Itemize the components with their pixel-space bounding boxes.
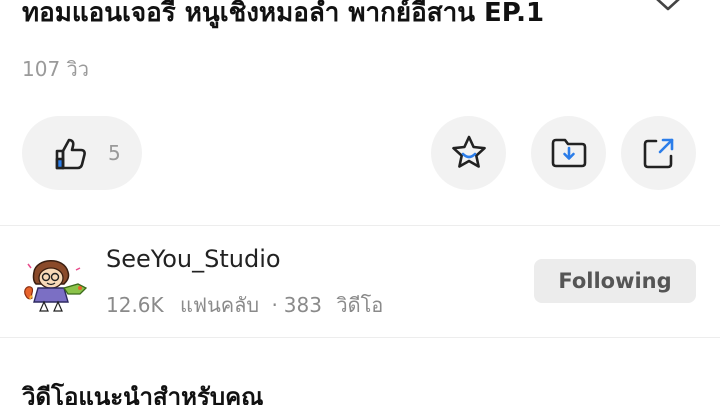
thumbs-up-icon: [55, 138, 86, 170]
chevron-down-icon: [656, 0, 680, 11]
fans-label: แฟนคลับ: [180, 293, 260, 317]
video-title: ทอมแอนเจอรี หนูเชิงหมอลำ พากย์อีสาน EP.1: [22, 0, 545, 28]
like-button[interactable]: 5: [22, 116, 142, 190]
divider: [0, 337, 720, 338]
channel-avatar[interactable]: [20, 250, 90, 314]
star-icon: [451, 135, 486, 168]
recommended-videos-heading: วิดีโอแนะนำสำหรับคุณ: [22, 383, 264, 405]
following-button[interactable]: Following: [534, 259, 696, 303]
divider: [0, 225, 720, 226]
cartoon-avatar-image: [20, 250, 90, 314]
like-count: 5: [108, 141, 121, 165]
stats-separator: ·: [271, 293, 278, 317]
videos-label: วิดีโอ: [336, 293, 384, 317]
fans-count: 12.6K: [106, 293, 164, 317]
share-button[interactable]: [621, 116, 696, 190]
share-external-icon: [643, 138, 673, 169]
video-detail-page: ทอมแอนเจอรี หนูเชิงหมอลำ พากย์อีสาน EP.1…: [0, 0, 720, 405]
videos-count: 383: [283, 293, 322, 317]
channel-stats: 12.6K แฟนคลับ · 383 วิดีโอ: [106, 290, 383, 320]
view-count: 107 วิว: [22, 57, 89, 81]
save-to-folder-button[interactable]: [531, 116, 606, 190]
expand-description-button[interactable]: [650, 0, 686, 20]
folder-download-icon: [551, 138, 586, 168]
favorite-button[interactable]: [431, 116, 506, 190]
channel-name[interactable]: SeeYou_Studio: [106, 242, 281, 276]
